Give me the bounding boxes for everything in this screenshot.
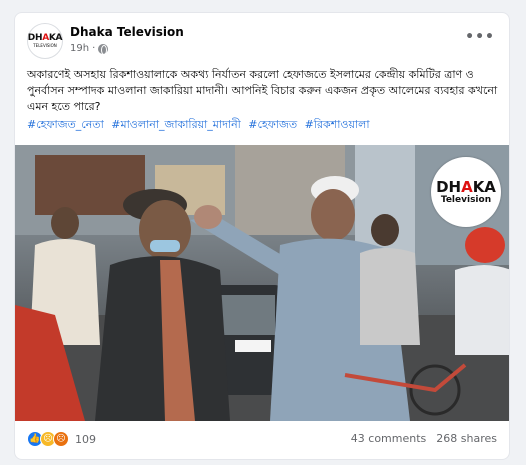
post-video-frame[interactable]: DHAKA Television — [15, 145, 509, 421]
avatar-logo-text: DHAKA — [27, 33, 63, 43]
watermark-subtext: Television — [440, 194, 492, 205]
globe-icon — [98, 43, 109, 55]
comment-share-counts: 43 comments 268 shares — [351, 432, 497, 445]
hashtag-link[interactable]: #হেফাজত_নেতা — [27, 118, 104, 131]
comments-count-link[interactable]: 43 comments — [351, 432, 427, 445]
post-timestamp[interactable]: 19h — [70, 43, 89, 54]
post-card: DHAKA TELEVISION Dhaka Television 19h · … — [14, 12, 510, 460]
reaction-count: 109 — [75, 432, 96, 446]
post-meta: 19h · — [70, 43, 109, 55]
hashtag-link[interactable]: #রিকশাওয়ালা — [305, 118, 370, 131]
hashtag-link[interactable]: #হেফাজত — [248, 118, 297, 131]
page-name-link[interactable]: Dhaka Television — [70, 25, 184, 39]
shares-count-link[interactable]: 268 shares — [436, 432, 497, 445]
reactions-summary[interactable]: 👍 ☹ ☹ 109 — [27, 431, 96, 447]
channel-watermark: DHAKA Television — [431, 157, 501, 227]
more-options-icon[interactable]: ••• — [465, 29, 495, 45]
avatar-logo-subtext: TELEVISION — [33, 43, 57, 48]
angry-icon: ☹ — [53, 431, 69, 447]
post-text: অকারণেই অসহায় রিকশাওয়ালাকে অকথ্য নির্য… — [27, 68, 498, 113]
hashtag-link[interactable]: #মাওলানা_জাকারিয়া_মাদানী — [111, 118, 241, 131]
engagement-stats: 👍 ☹ ☹ 109 43 comments 268 shares — [27, 431, 497, 451]
watermark-text: DHAKA — [436, 177, 496, 196]
hashtag-list: #হেফাজত_নেতা #মাওলানা_জাকারিয়া_মাদানী #… — [27, 117, 499, 133]
page-avatar[interactable]: DHAKA TELEVISION — [27, 23, 63, 59]
post-header: DHAKA TELEVISION Dhaka Television 19h · … — [27, 23, 499, 63]
